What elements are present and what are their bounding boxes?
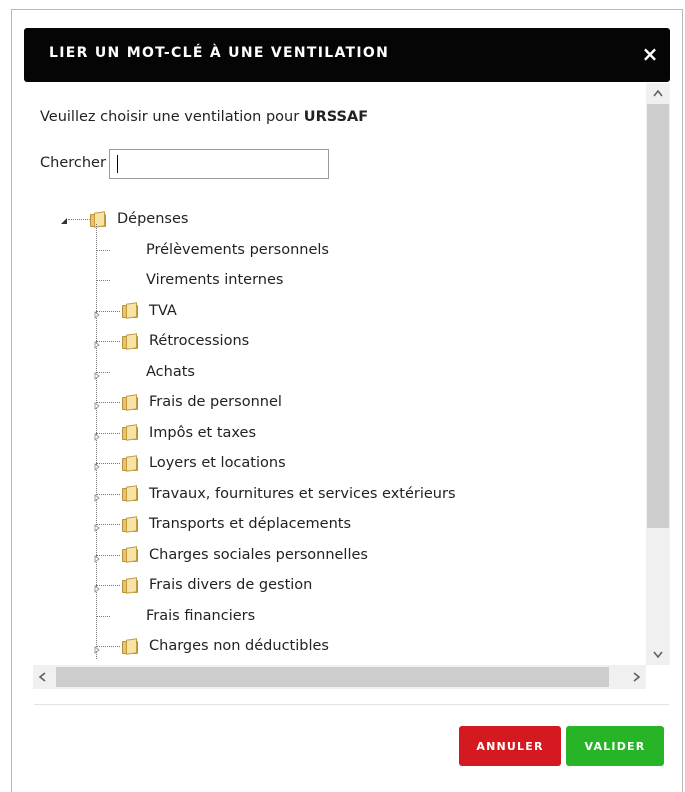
folder-icon: [122, 424, 140, 441]
tree-node[interactable]: Charges non déductibles: [122, 633, 329, 659]
folder-icon: [122, 637, 140, 655]
folder-icon: [122, 515, 140, 533]
tree-node-label: Transports et déplacements: [149, 516, 352, 532]
folder-icon: [122, 454, 140, 472]
dialog-title: LIER UN MOT-CLÉ À UNE VENTILATION: [49, 45, 390, 61]
tree-node[interactable]: Charges sociales personnelles: [122, 542, 368, 568]
tree-node[interactable]: Travaux, fournitures et services extérie…: [122, 481, 456, 507]
scroll-down-icon[interactable]: [646, 645, 670, 665]
vertical-scrollbar[interactable]: [646, 83, 670, 665]
tree-node[interactable]: Achats: [146, 359, 195, 385]
tree-node-label: Achats: [146, 363, 195, 380]
tree-node-label: Frais financiers: [146, 607, 256, 624]
folder-icon: [122, 302, 140, 319]
scroll-left-icon[interactable]: [33, 665, 53, 689]
dialog-content: Veuillez choisir une ventilation pour UR…: [24, 82, 654, 664]
tree-connector: [96, 280, 110, 282]
tree-expander-icon[interactable]: [93, 459, 101, 471]
cancel-button[interactable]: ANNULER: [459, 726, 561, 766]
tree-node-label: Prélèvements personnels: [146, 241, 329, 258]
tree-node-depenses[interactable]: Dépenses: [90, 206, 188, 232]
tree-node[interactable]: Transports et déplacements: [122, 511, 351, 537]
tree-node-label: Frais divers de gestion: [149, 577, 313, 593]
tree-node[interactable]: TVA: [122, 298, 177, 324]
ventilation-tree: Dépenses Prélèvements personnels Virements…: [24, 82, 654, 664]
tree-node-label: TVA: [149, 302, 177, 319]
tree-node[interactable]: Frais divers de gestion: [122, 572, 312, 598]
tree-expander-icon[interactable]: [93, 520, 101, 532]
tree-expander-icon[interactable]: [93, 581, 101, 593]
tree-expander-icon[interactable]: [93, 642, 101, 654]
close-icon[interactable]: ×: [640, 42, 660, 66]
tree-root-expander-icon[interactable]: [60, 213, 68, 224]
tree-expander-icon[interactable]: [93, 398, 101, 410]
tree-node-label: Loyers et locations: [149, 455, 286, 471]
tree-node-label: Impôs et taxes: [149, 424, 257, 441]
tree-node[interactable]: Frais financiers: [146, 603, 255, 629]
dialog-title-bar: LIER UN MOT-CLÉ À UNE VENTILATION ×: [24, 28, 670, 82]
folder-icon: [122, 576, 140, 594]
tree-expander-icon[interactable]: [93, 490, 101, 502]
tree-node[interactable]: Prélèvements personnels: [146, 237, 329, 263]
tree-node-label: Virements internes: [146, 272, 284, 288]
horizontal-scroll-thumb[interactable]: [56, 667, 609, 687]
folder-icon: [122, 393, 140, 411]
tree-connector: [96, 615, 110, 618]
tree-expander-icon[interactable]: [93, 429, 101, 441]
tree-node[interactable]: Impôs et taxes: [122, 420, 256, 446]
footer-divider: [34, 704, 669, 705]
tree-expander-icon[interactable]: [93, 551, 101, 563]
tree-vertical-line: [96, 224, 97, 659]
folder-icon: [122, 485, 140, 502]
validate-button[interactable]: VALIDER: [566, 726, 664, 766]
tree-node[interactable]: Loyers et locations: [122, 450, 286, 476]
tree-expander-icon[interactable]: [93, 368, 101, 380]
tree-node-label: Charges sociales personnelles: [149, 546, 368, 563]
tree-connector: [68, 219, 90, 221]
tree-node-label: Frais de personnel: [149, 394, 282, 410]
tree-node[interactable]: Rétrocessions: [122, 328, 249, 354]
tree-node-label: Rétrocessions: [149, 333, 250, 349]
tree-node[interactable]: Virements internes: [146, 267, 283, 293]
tree-node[interactable]: Frais de personnel: [122, 389, 282, 415]
tree-expander-icon[interactable]: [93, 307, 101, 319]
tree-node-label: Dépenses: [117, 211, 189, 227]
tree-node-label: Travaux, fournitures et services extérie…: [149, 485, 456, 502]
horizontal-scrollbar[interactable]: [33, 665, 646, 689]
tree-connector: [96, 249, 110, 252]
tree-expander-icon[interactable]: [93, 337, 101, 349]
folder-icon: [90, 210, 108, 228]
folder-icon: [122, 332, 140, 350]
scroll-up-icon[interactable]: [646, 83, 670, 103]
vertical-scroll-thumb[interactable]: [647, 104, 669, 528]
scroll-right-icon[interactable]: [626, 665, 646, 689]
folder-icon: [122, 546, 140, 563]
tree-node-label: Charges non déductibles: [149, 638, 329, 654]
